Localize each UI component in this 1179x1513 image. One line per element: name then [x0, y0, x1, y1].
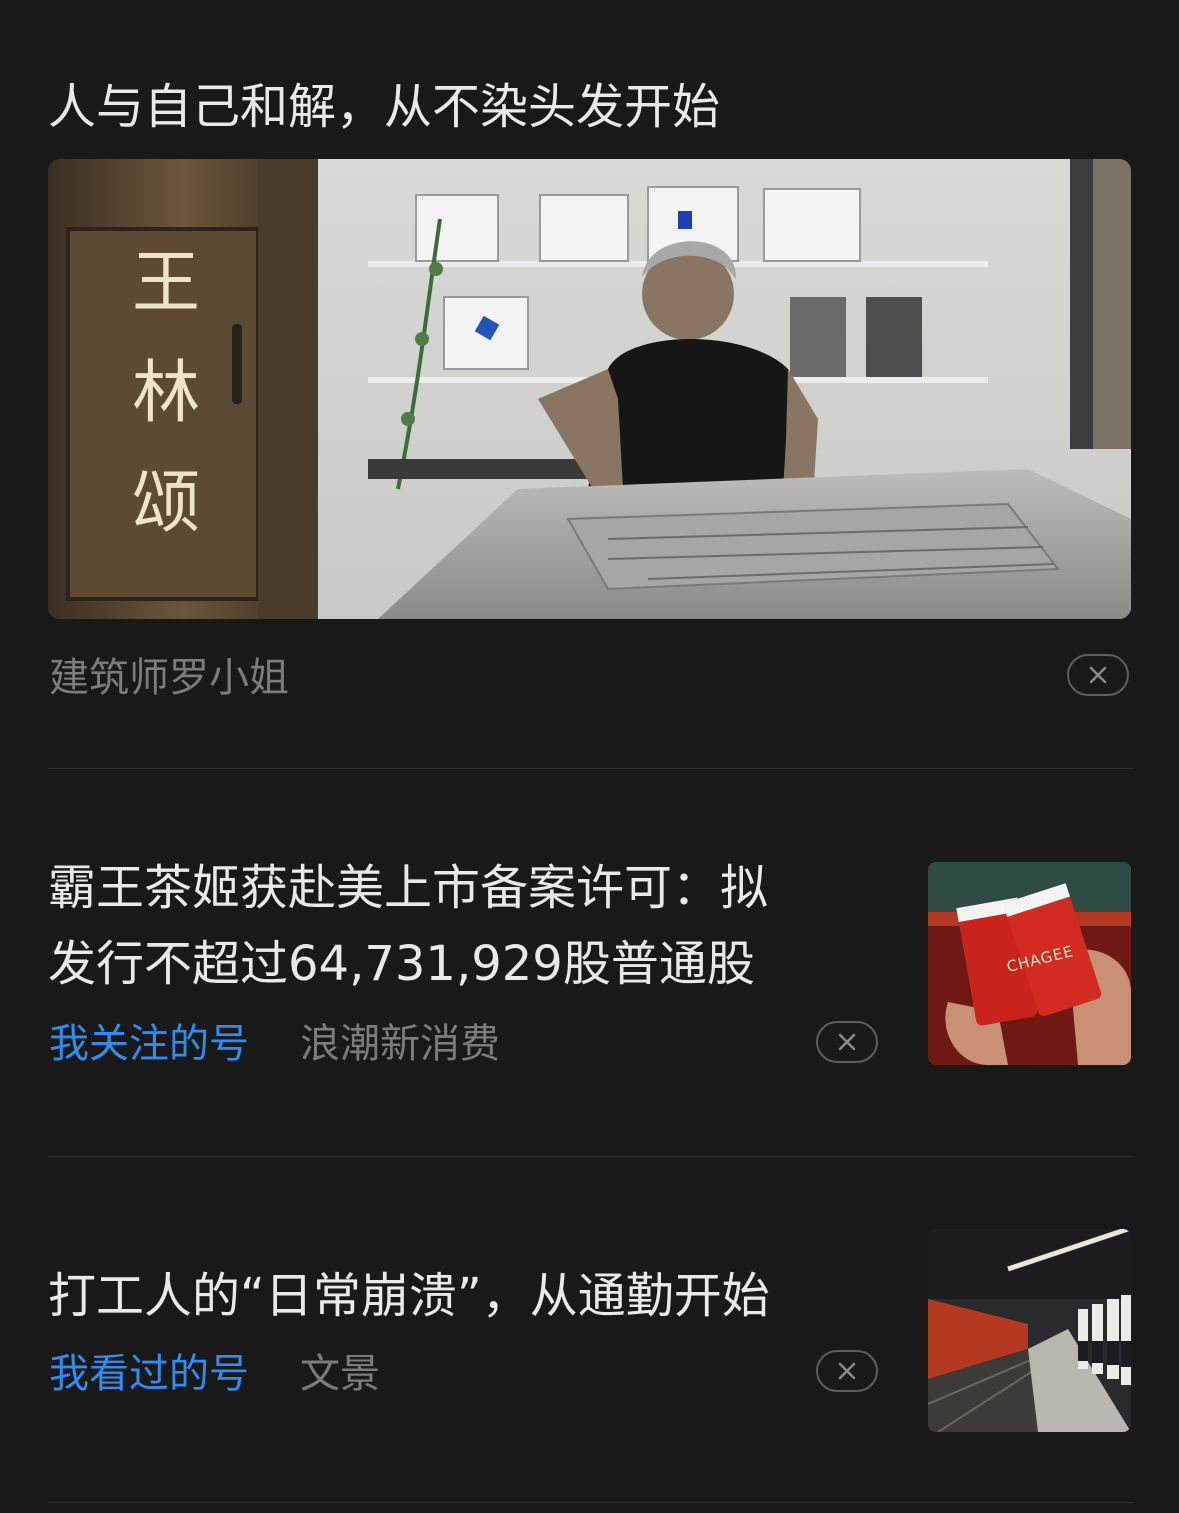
divider — [48, 1156, 1133, 1157]
close-icon — [1089, 666, 1107, 684]
architect-at-model-photo — [48, 159, 1131, 619]
close-icon — [838, 1033, 856, 1051]
divider — [48, 768, 1133, 769]
followed-account-tag: 我关注的号 — [49, 1021, 249, 1067]
article-thumbnail[interactable]: CHAGEE — [928, 862, 1131, 1065]
subway-platform-photo — [928, 1229, 1131, 1432]
dismiss-button[interactable] — [1067, 654, 1129, 696]
article-thumbnail[interactable] — [928, 1229, 1131, 1432]
viewed-account-tag: 我看过的号 — [49, 1351, 249, 1397]
divider — [48, 1502, 1133, 1503]
article-title[interactable]: 打工人的“日常崩溃”，从通勤开始 — [48, 1258, 908, 1334]
article-cover-image[interactable]: 王林颂 — [48, 159, 1131, 619]
article-source[interactable]: 建筑师罗小姐 — [49, 648, 289, 708]
dismiss-button[interactable] — [816, 1021, 878, 1063]
article-title[interactable]: 霸王茶姬获赴美上市备案许可：拟 发行不超过64,731,929股普通股 — [48, 850, 908, 1002]
door-sign: 王林颂 — [131, 244, 200, 543]
close-icon — [838, 1362, 856, 1380]
article-title[interactable]: 人与自己和解，从不染头发开始 — [48, 72, 1128, 142]
article-source[interactable]: 浪潮新消费 — [300, 1014, 500, 1074]
article-source[interactable]: 文景 — [300, 1344, 380, 1404]
dismiss-button[interactable] — [816, 1350, 878, 1392]
article-title-line: 霸王茶姬获赴美上市备案许可：拟 — [48, 860, 769, 916]
article-title-line: 发行不超过64,731,929股普通股 — [48, 936, 755, 992]
